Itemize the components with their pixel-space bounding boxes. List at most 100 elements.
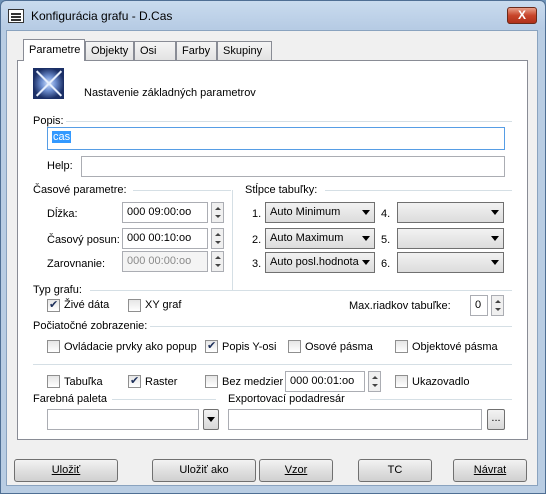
chevron-down-icon xyxy=(207,417,215,422)
column-6-number: 6. xyxy=(381,258,391,270)
column-2-select[interactable]: Auto Maximum xyxy=(265,228,375,249)
popis-value: cas xyxy=(52,131,72,143)
column-1-number: 1. xyxy=(252,208,262,220)
options-separator xyxy=(33,364,512,365)
axis-bands-checkbox[interactable] xyxy=(288,340,301,353)
header-title: Nastavenie základných parametrov xyxy=(84,87,256,99)
save-as-button-label: Uložiť ako xyxy=(179,464,229,476)
max-rows-label: Max.riadkov tabuľke: xyxy=(349,300,451,312)
object-bands-checkbox[interactable] xyxy=(395,340,408,353)
column-3-number: 3. xyxy=(252,258,262,270)
live-data-checkbox[interactable] xyxy=(47,298,60,312)
app-icon xyxy=(8,9,24,23)
raster-checkbox[interactable] xyxy=(128,374,141,388)
xy-graph-checkbox[interactable] xyxy=(128,299,141,312)
time-params-divider xyxy=(232,190,233,291)
popup-controls-checkbox[interactable] xyxy=(47,340,60,353)
tab-parametre[interactable]: Parametre xyxy=(23,39,85,61)
palette-label: Farebná paleta xyxy=(33,393,107,405)
pointer-checkbox[interactable] xyxy=(395,375,408,388)
align-spinner[interactable] xyxy=(211,251,224,272)
gap-spinner[interactable] xyxy=(368,371,381,392)
help-input[interactable] xyxy=(81,156,505,177)
save-as-button[interactable]: Uložiť ako xyxy=(152,459,256,482)
chevron-down-icon xyxy=(362,260,370,265)
column-3-value: Auto posl.hodnota xyxy=(270,256,359,268)
length-input[interactable]: 000 09:00:oo xyxy=(122,202,208,223)
initial-display-title: Počiatočné zobrazenie: xyxy=(33,320,148,332)
columns-title: Stĺpce tabuľky: xyxy=(245,184,318,196)
column-4-number: 4. xyxy=(381,208,391,220)
no-gaps-checkbox[interactable] xyxy=(205,375,218,388)
y-axis-label-checkbox[interactable] xyxy=(205,339,218,353)
save-button-label: Uložiť xyxy=(51,464,81,476)
tab-skupiny[interactable]: Skupiny xyxy=(217,41,272,60)
chevron-down-icon xyxy=(491,236,499,241)
table-label: Tabuľka xyxy=(64,376,103,388)
tab-osi[interactable]: Osi xyxy=(134,41,176,60)
popup-controls-label: Ovládacie prvky ako popup xyxy=(64,341,197,353)
graph-settings-icon xyxy=(33,68,64,99)
shift-spinner[interactable] xyxy=(211,228,224,249)
chevron-down-icon xyxy=(362,236,370,241)
chevron-down-icon xyxy=(362,210,370,215)
column-4-select[interactable] xyxy=(397,202,504,223)
max-rows-input[interactable]: 0 xyxy=(470,295,488,316)
length-spinner[interactable] xyxy=(211,202,224,223)
palette-input[interactable] xyxy=(47,409,199,430)
table-checkbox[interactable] xyxy=(47,375,60,388)
popis-separator xyxy=(66,121,512,122)
column-3-select[interactable]: Auto posl.hodnota xyxy=(265,252,375,273)
column-2-number: 2. xyxy=(252,234,262,246)
raster-label: Raster xyxy=(145,376,178,388)
tc-button-label: TC xyxy=(387,464,403,476)
y-axis-label-label: Popis Y-osi xyxy=(222,341,277,353)
tab-objekty[interactable]: Objekty xyxy=(85,41,134,60)
column-1-select[interactable]: Auto Minimum xyxy=(265,202,375,223)
title-bar[interactable]: Konfigurácia grafu - D.Cas X xyxy=(1,1,545,31)
graph-type-separator xyxy=(90,290,512,291)
align-input[interactable]: 000 00:00:oo xyxy=(122,251,208,272)
export-input[interactable] xyxy=(228,409,482,430)
export-label: Exportovací podadresár xyxy=(228,393,345,405)
shift-label: Časový posun: xyxy=(47,234,120,246)
column-6-select[interactable] xyxy=(397,252,504,273)
back-button[interactable]: Návrat xyxy=(453,459,527,482)
object-bands-label: Objektové pásma xyxy=(412,341,498,353)
column-5-select[interactable] xyxy=(397,228,504,249)
window-title: Konfigurácia grafu - D.Cas xyxy=(31,9,173,23)
pointer-label: Ukazovadlo xyxy=(412,376,470,388)
max-rows-spinner[interactable] xyxy=(491,295,504,316)
palette-dropdown-button[interactable] xyxy=(203,409,219,430)
chevron-down-icon xyxy=(491,210,499,215)
tab-farby[interactable]: Farby xyxy=(176,41,217,60)
live-data-label: Živé dáta xyxy=(64,299,110,311)
popis-input[interactable]: cas xyxy=(47,127,505,150)
popis-label: Popis: xyxy=(33,115,64,127)
length-label: Dĺžka: xyxy=(47,208,78,220)
tc-button[interactable]: TC xyxy=(358,459,432,482)
graph-type-title: Typ grafu: xyxy=(33,284,82,296)
align-label: Zarovnanie: xyxy=(47,258,106,270)
export-browse-button[interactable]: ... xyxy=(487,409,505,430)
help-label: Help: xyxy=(47,160,73,172)
chevron-down-icon xyxy=(491,260,499,265)
axis-bands-label: Osové pásma xyxy=(305,341,373,353)
gap-input[interactable]: 000 00:01:oo xyxy=(285,371,365,392)
close-button[interactable]: X xyxy=(507,7,537,24)
time-params-separator xyxy=(133,190,231,191)
back-button-label: Návrat xyxy=(473,464,507,476)
save-button[interactable]: Uložiť xyxy=(14,459,118,482)
column-5-number: 5. xyxy=(381,234,391,246)
shift-input[interactable]: 000 00:10:oo xyxy=(122,228,208,249)
palette-separator xyxy=(112,399,216,400)
no-gaps-label: Bez medzier xyxy=(222,376,284,388)
xy-graph-label: XY graf xyxy=(145,299,182,311)
time-params-title: Časové parametre: xyxy=(33,184,127,196)
columns-separator xyxy=(325,190,512,191)
template-button[interactable]: Vzor xyxy=(259,459,333,482)
template-button-label: Vzor xyxy=(284,464,308,476)
export-separator xyxy=(370,399,512,400)
initial-display-separator xyxy=(150,326,512,327)
column-2-value: Auto Maximum xyxy=(270,232,344,244)
